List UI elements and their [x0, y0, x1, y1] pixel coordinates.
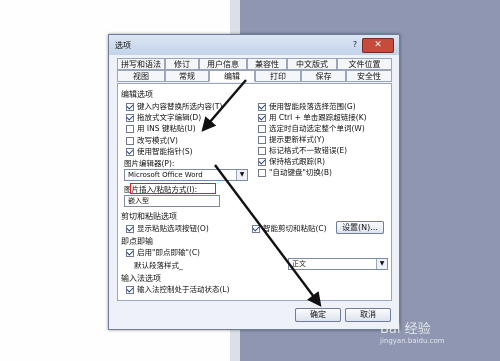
opt-select-word[interactable]: 选定时自动选定整个单词(W) — [258, 123, 365, 134]
picture-editor-label: 图片编辑器(P): — [124, 159, 175, 168]
edit-options-header: 编辑选项 — [121, 90, 153, 99]
watermark: Bai 经验 jingyan.baidu.com — [380, 318, 445, 345]
checkbox[interactable] — [258, 113, 266, 122]
opt-label: 拖放式文字编辑(D) — [137, 113, 202, 122]
click-type-header: 即点即输 — [121, 237, 153, 246]
tab-revisions[interactable]: 修订 — [165, 58, 199, 70]
tab-user-info[interactable]: 用户信息 — [199, 58, 247, 70]
opt-keep-format[interactable]: 保持格式跟踪(R) — [258, 156, 325, 167]
checkbox[interactable] — [126, 102, 134, 111]
close-button[interactable]: ✕ — [362, 38, 394, 53]
picture-editor-value: Microsoft Office Word — [128, 171, 203, 179]
opt-label: 用 Ctrl + 单击跟踪超链接(K) — [269, 113, 367, 122]
opt-label: 选定时自动选定整个单词(W) — [269, 124, 365, 133]
opt-drag-drop[interactable]: 拖放式文字编辑(D) — [126, 112, 201, 123]
opt-show-paste-buttons[interactable]: 显示粘贴选项按钮(O) — [126, 223, 209, 234]
opt-label: 使用智能指针(S) — [137, 147, 193, 156]
checkbox[interactable] — [126, 136, 134, 145]
help-button[interactable]: ? — [349, 39, 361, 50]
opt-enable-click-type[interactable]: 启用"即点即输"(C) — [126, 247, 200, 258]
tab-print[interactable]: 打印 — [255, 70, 301, 82]
opt-auto-keyboard[interactable]: "自动键盘"切换(B) — [258, 167, 332, 178]
chevron-down-icon[interactable]: ▼ — [236, 170, 247, 180]
opt-label: 保持格式跟踪(R) — [269, 157, 326, 166]
tab-strip: 拼写和语法 修订 用户信息 兼容性 中文版式 文件位置 视图 常规 编辑 打印 … — [117, 58, 392, 84]
watermark-text: Bai 经验 — [380, 322, 431, 337]
chevron-down-icon[interactable]: ▼ — [376, 259, 387, 269]
default-style-value: 正文 — [292, 260, 306, 268]
title-bar: 选项 ? ✕ — [109, 35, 399, 55]
settings-button[interactable]: 设置(N)... — [336, 221, 384, 234]
opt-ime-control[interactable]: 输入法控制处于活动状态(L) — [126, 284, 230, 295]
ime-header: 输入法选项 — [121, 274, 161, 283]
tab-save[interactable]: 保存 — [301, 70, 346, 82]
checkbox[interactable] — [252, 224, 260, 233]
checkbox[interactable] — [258, 135, 266, 144]
tab-chinese-layout[interactable]: 中文版式 — [287, 58, 337, 70]
opt-label: 标记格式不一致错误(E) — [269, 146, 348, 155]
opt-label: 提示更新样式(Y) — [269, 135, 325, 144]
opt-smart-cut-paste[interactable]: 智能剪切和粘贴(C) — [252, 223, 327, 234]
default-style-label: 默认段落样式_ — [134, 261, 183, 270]
opt-label: 启用"即点即输"(C) — [137, 248, 200, 257]
tab-file-locations[interactable]: 文件位置 — [337, 58, 392, 70]
opt-mark-format[interactable]: 标记格式不一致错误(E) — [258, 145, 347, 156]
opt-label: 显示粘贴选项按钮(O) — [137, 224, 209, 233]
checkbox[interactable] — [126, 113, 134, 122]
opt-label: 智能剪切和粘贴(C) — [263, 224, 327, 233]
checkbox[interactable] — [258, 168, 266, 177]
tab-general[interactable]: 常规 — [165, 70, 209, 82]
opt-label: 使用智能段落选择范围(G) — [269, 102, 356, 111]
checkbox[interactable] — [126, 248, 134, 257]
checkbox[interactable] — [258, 146, 266, 155]
checkbox[interactable] — [258, 102, 266, 111]
opt-smart-paragraph[interactable]: 使用智能段落选择范围(G) — [258, 101, 356, 112]
dialog-title: 选项 — [115, 41, 131, 50]
checkbox[interactable] — [126, 224, 134, 233]
edit-panel: 编辑选项 键入内容替换所选内容(T) 拖放式文字编辑(D) 用 INS 键粘贴(… — [117, 83, 392, 301]
opt-smart-cursor[interactable]: 使用智能指针(S) — [126, 146, 193, 157]
tab-security[interactable]: 安全性 — [346, 70, 392, 82]
watermark-sub: jingyan.baidu.com — [380, 337, 445, 345]
insert-paste-select[interactable]: 嵌入型 — [124, 195, 220, 207]
default-style-select[interactable]: 正文 ▼ — [288, 258, 388, 270]
opt-label: 键入内容替换所选内容(T) — [137, 102, 223, 111]
options-dialog: 选项 ? ✕ 拼写和语法 修订 用户信息 兼容性 中文版式 文件位置 视图 常规… — [108, 34, 400, 330]
insert-paste-value: 嵌入型 — [128, 197, 149, 205]
ok-button[interactable]: 确定 — [295, 308, 341, 322]
opt-label: 改写模式(V) — [137, 136, 178, 145]
tab-compatibility[interactable]: 兼容性 — [247, 58, 287, 70]
checkbox[interactable] — [126, 285, 134, 294]
opt-prompt-style[interactable]: 提示更新样式(Y) — [258, 134, 324, 145]
opt-label: 输入法控制处于活动状态(L) — [137, 285, 230, 294]
checkbox[interactable] — [126, 147, 134, 156]
cut-paste-header: 剪切和粘贴选项 — [121, 212, 177, 221]
tab-edit[interactable]: 编辑 — [209, 70, 255, 82]
opt-overtype-mode[interactable]: 改写模式(V) — [126, 135, 178, 146]
tab-spelling[interactable]: 拼写和语法 — [117, 58, 165, 70]
checkbox[interactable] — [126, 124, 134, 133]
opt-label: 用 INS 键粘贴(U) — [137, 124, 196, 133]
opt-ctrl-click[interactable]: 用 Ctrl + 单击跟踪超链接(K) — [258, 112, 367, 123]
checkbox[interactable] — [258, 124, 266, 133]
tab-view[interactable]: 视图 — [117, 70, 165, 82]
picture-editor-select[interactable]: Microsoft Office Word ▼ — [124, 169, 248, 181]
opt-label: "自动键盘"切换(B) — [269, 168, 332, 177]
opt-typing-replaces[interactable]: 键入内容替换所选内容(T) — [126, 101, 222, 112]
highlight-box — [130, 183, 216, 194]
opt-ins-paste[interactable]: 用 INS 键粘贴(U) — [126, 123, 196, 134]
checkbox[interactable] — [258, 157, 266, 166]
